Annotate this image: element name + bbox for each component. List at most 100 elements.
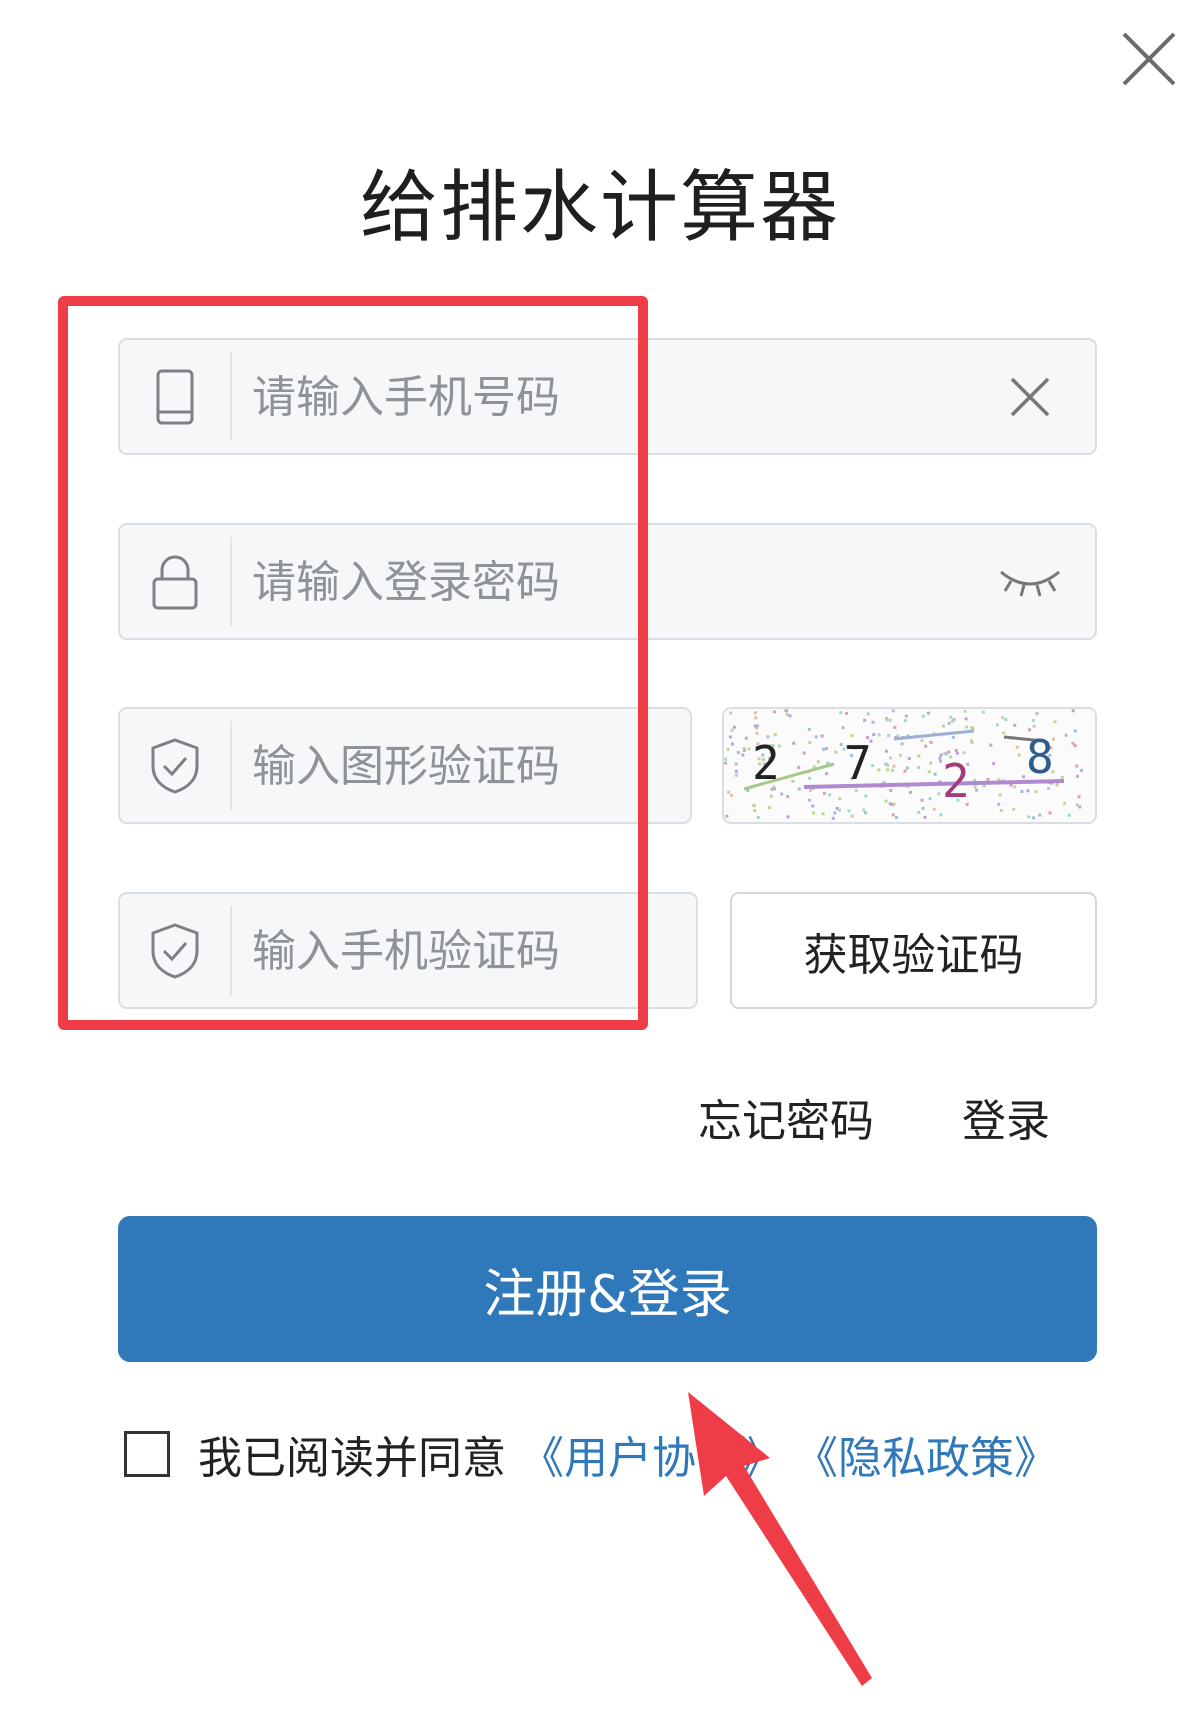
captcha-noise-dot — [814, 735, 818, 739]
captcha-noise-dot — [884, 762, 888, 766]
captcha-noise-dot — [1031, 719, 1035, 723]
captcha-noise-dot — [839, 743, 843, 746]
agreement-text: 我已阅读并同意 — [198, 1433, 506, 1484]
login-link[interactable]: 登录 — [962, 1085, 1050, 1149]
captcha-noise-dot — [986, 778, 990, 781]
captcha-noise-dot — [724, 757, 727, 761]
close-button[interactable] — [1118, 28, 1180, 90]
captcha-noise-dot — [891, 709, 895, 713]
captcha-noise-dot — [785, 709, 789, 713]
captcha-noise-dot — [834, 750, 838, 754]
captcha-noise-dot — [754, 716, 758, 720]
user-agreement-link[interactable]: 《用户协议》 — [520, 1422, 784, 1486]
captcha-noise-dot — [786, 795, 790, 798]
forgot-password-link[interactable]: 忘记密码 — [698, 1085, 874, 1149]
captcha-noise-dot — [866, 712, 870, 716]
captcha-noise-dot — [951, 735, 955, 739]
captcha-noise-dot — [724, 761, 728, 765]
captcha-noise-dot — [904, 714, 908, 718]
captcha-noise-dot — [862, 808, 866, 812]
agree-checkbox[interactable] — [124, 1431, 170, 1477]
captcha-noise-dot — [780, 792, 784, 796]
captcha-noise-dot — [997, 802, 1001, 806]
captcha-noise-dot — [942, 724, 945, 728]
sms-code-input[interactable] — [250, 894, 674, 1009]
captcha-noise-dot — [808, 741, 812, 744]
captcha-noise-dot — [900, 742, 904, 746]
captcha-noise-dot — [886, 768, 890, 772]
captcha-noise-dot — [811, 804, 815, 808]
captcha-noise-dot — [917, 765, 920, 769]
captcha-noise-dot — [894, 816, 898, 819]
captcha-noise-dot — [752, 804, 756, 808]
shield-check-icon — [120, 709, 230, 822]
captcha-noise-dot — [725, 814, 729, 818]
captcha-noise-dot — [788, 714, 792, 718]
captcha-noise-dot — [863, 718, 867, 722]
captcha-noise-dot — [892, 764, 896, 768]
captcha-noise-dot — [753, 711, 757, 715]
captcha-noise-dot — [888, 802, 892, 806]
captcha-noise-dot — [747, 747, 751, 751]
captcha-noise-dot — [772, 710, 776, 714]
captcha-noise-dot — [1055, 783, 1059, 787]
toggle-password-button[interactable] — [990, 525, 1070, 638]
captcha-noise-dot — [885, 718, 889, 722]
phone-input[interactable] — [250, 340, 894, 455]
captcha-noise-dot — [1060, 775, 1064, 779]
captcha-noise-dot — [927, 770, 931, 774]
captcha-noise-dot — [973, 785, 977, 789]
captcha-noise-dot — [1022, 775, 1026, 779]
phone-icon — [120, 340, 230, 453]
captcha-noise-dot — [731, 742, 734, 746]
register-login-button[interactable]: 注册&登录 — [118, 1216, 1097, 1362]
clear-button[interactable] — [1000, 340, 1060, 453]
captcha-noise-dot — [1071, 741, 1075, 745]
captcha-noise-dot — [1064, 733, 1068, 737]
image-captcha-input[interactable] — [250, 709, 674, 824]
captcha-noise-dot — [1048, 811, 1052, 815]
captcha-noise-dot — [884, 799, 888, 803]
captcha-noise-dot — [756, 816, 760, 819]
captcha-noise-dot — [732, 725, 736, 729]
captcha-noise-dot — [877, 733, 881, 737]
captcha-noise-dot — [785, 713, 789, 716]
password-input[interactable] — [250, 525, 894, 640]
captcha-noise-dot — [1015, 745, 1019, 749]
captcha-noise-dot — [928, 797, 932, 800]
sms-code-field — [118, 892, 698, 1009]
captcha-noise-dot — [908, 790, 912, 794]
captcha-noise-dot — [899, 753, 902, 757]
captcha-noise-dot — [905, 766, 909, 770]
captcha-noise-dot — [820, 734, 824, 738]
captcha-noise-dot — [838, 797, 842, 801]
captcha-noise-dot — [872, 733, 876, 737]
captcha-noise-dot — [809, 788, 813, 792]
captcha-noise-dot — [744, 736, 748, 740]
captcha-noise-dot — [975, 788, 978, 792]
captcha-noise-dot — [1035, 712, 1039, 716]
captcha-noise-dot — [999, 808, 1003, 812]
captcha-noise-dot — [921, 714, 925, 718]
captcha-noise-dot — [929, 740, 933, 744]
captcha-noise-dot — [726, 747, 730, 751]
captcha-noise-dot — [963, 709, 967, 713]
privacy-policy-link[interactable]: 《隐私政策》 — [794, 1422, 1058, 1486]
captcha-noise-dot — [933, 772, 937, 776]
captcha-noise-dot — [1002, 731, 1006, 735]
captcha-noise-dot — [1004, 718, 1008, 721]
captcha-image[interactable]: 2 7 2 8 — [722, 707, 1097, 824]
captcha-noise-dot — [786, 815, 790, 819]
captcha-noise-dot — [825, 772, 829, 776]
captcha-noise-dot — [797, 787, 801, 791]
captcha-noise-dot — [989, 743, 993, 747]
captcha-noise-dot — [812, 811, 815, 815]
field-divider — [230, 537, 232, 626]
captcha-noise-dot — [822, 791, 826, 795]
get-code-button[interactable]: 获取验证码 — [730, 892, 1097, 1009]
captcha-noise-dot — [1053, 720, 1057, 724]
captcha-noise-dot — [903, 769, 907, 773]
captcha-noise-dot — [891, 813, 895, 817]
image-captcha-field — [118, 707, 692, 824]
captcha-noise-dot — [1013, 785, 1017, 789]
